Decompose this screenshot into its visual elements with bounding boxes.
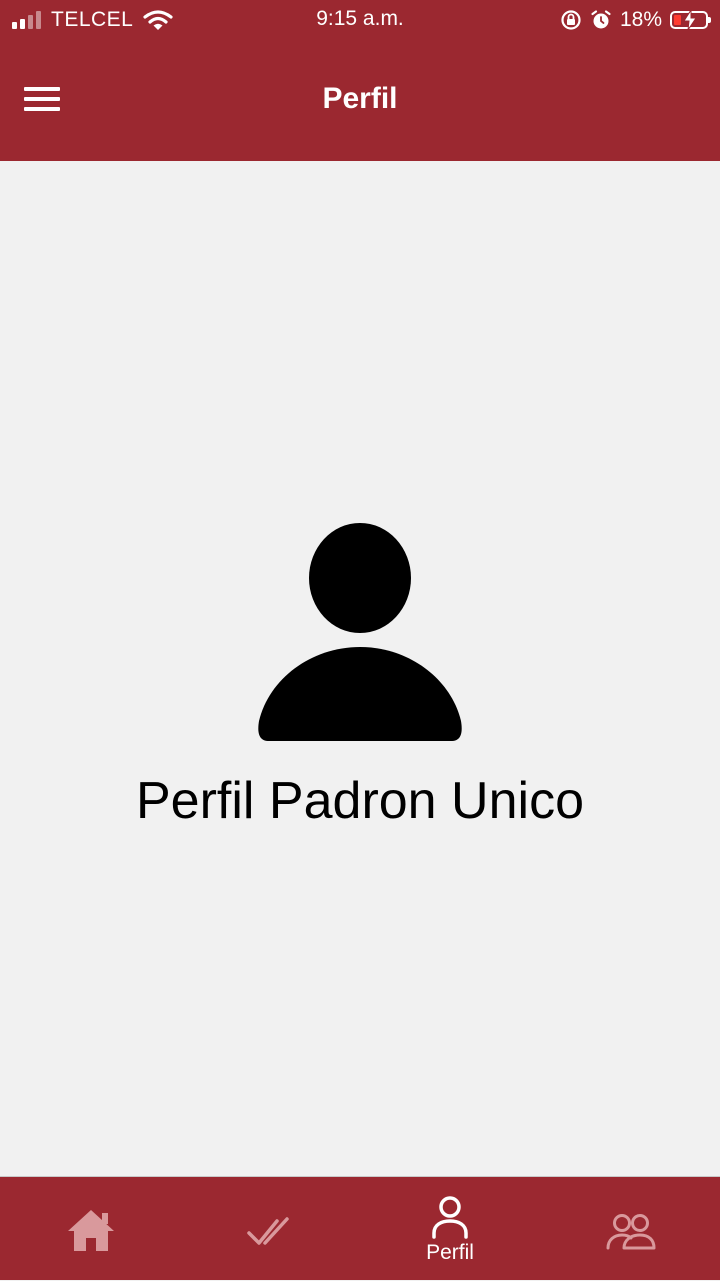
person-outline-icon	[432, 1196, 468, 1239]
tab-home[interactable]	[0, 1177, 180, 1281]
tab-perfil-label: Perfil	[426, 1241, 474, 1264]
battery-charging-icon	[670, 10, 711, 30]
battery-percent: 18%	[619, 8, 662, 31]
person-icon	[258, 523, 462, 741]
double-check-icon	[247, 1217, 289, 1245]
orientation-lock-icon	[561, 10, 581, 30]
tab-people[interactable]	[540, 1177, 720, 1281]
home-icon	[68, 1210, 114, 1251]
tab-perfil[interactable]: Perfil	[360, 1177, 540, 1281]
main-content: Perfil Padron Unico	[0, 161, 720, 1176]
app-header: Perfil	[0, 40, 720, 161]
page-title: Perfil	[322, 82, 398, 115]
people-icon	[606, 1214, 656, 1250]
bottom-tab-bar: Perfil	[0, 1176, 720, 1280]
alarm-icon	[591, 10, 611, 29]
status-bar-right: 18%	[560, 6, 711, 34]
profile-name: Perfil Padron Unico	[136, 772, 584, 830]
tab-checks[interactable]	[180, 1177, 360, 1281]
status-bar: TELCEL 9:15 a.m. 18%	[0, 0, 720, 40]
